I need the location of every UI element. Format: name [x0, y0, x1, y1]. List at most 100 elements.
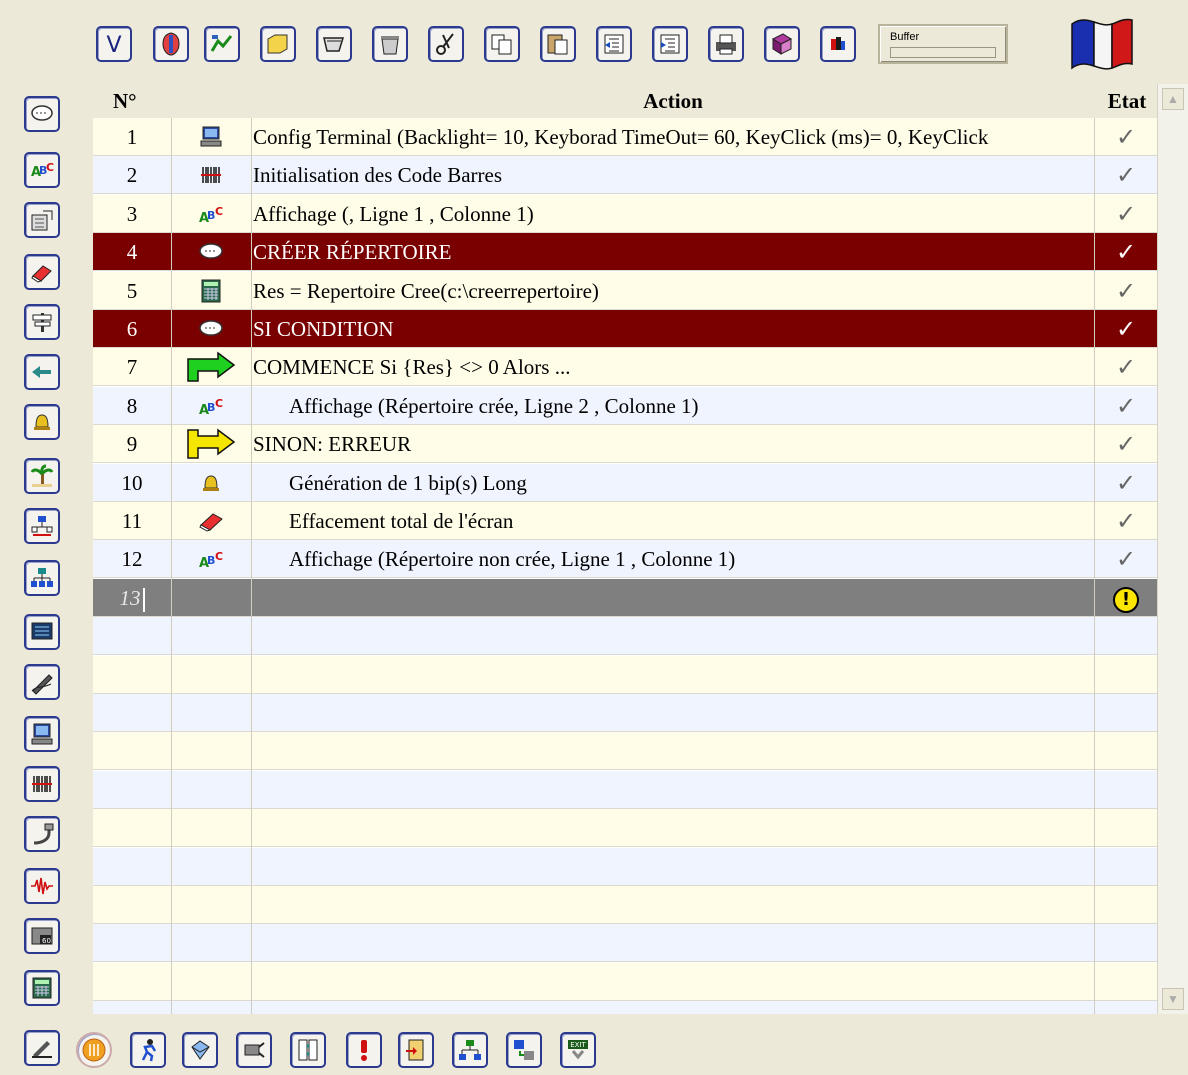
empty-row[interactable]	[93, 886, 1157, 924]
coin-icon[interactable]	[76, 1032, 112, 1068]
empty-row[interactable]	[93, 770, 1157, 809]
row-state: ✓	[1115, 161, 1137, 190]
print-icon[interactable]	[708, 26, 744, 62]
barcode-icon[interactable]	[24, 766, 60, 802]
svg-text:C: C	[215, 397, 223, 410]
table-row[interactable]: 1 Config Terminal (Backlight= 10, Keybora…	[93, 118, 1157, 156]
empty-row[interactable]	[93, 809, 1157, 848]
empty-row[interactable]	[93, 924, 1157, 963]
scroll-up-icon[interactable]: ▲	[1162, 88, 1184, 110]
row-state: !	[1113, 586, 1139, 613]
table-row[interactable]: 7 COMMENCE Si {Res} <> 0 Alors ... ✓	[93, 348, 1157, 387]
sign-icon[interactable]	[24, 1030, 60, 1066]
svg-text:C: C	[215, 205, 223, 218]
run-icon[interactable]	[130, 1032, 166, 1068]
arrow-left-icon[interactable]	[24, 354, 60, 390]
table-row[interactable]: 5 Res = Repertoire Cree(c:\creerrepertoir…	[93, 271, 1157, 310]
checkmark-icon: ✓	[1095, 425, 1157, 463]
bell-icon[interactable]	[24, 404, 60, 440]
eraser-icon[interactable]	[24, 254, 60, 290]
terminal-config-icon[interactable]	[24, 202, 60, 238]
table-header: N° Action Etat	[93, 84, 1157, 119]
scissors-icon[interactable]	[428, 26, 464, 62]
transfer-icon[interactable]	[506, 1032, 542, 1068]
yellow-arrow-icon	[172, 425, 250, 463]
checkmark-icon: ✓	[1095, 118, 1157, 156]
table-row[interactable]: 11 Effacement total de l'écran ✓	[93, 502, 1157, 540]
table-row[interactable]: 13!	[93, 578, 1157, 617]
signal-icon[interactable]	[24, 868, 60, 904]
table-row[interactable]: 3 A B C Affichage (, Ligne 1 , Colonne 1) ✓	[93, 194, 1157, 233]
empty-row[interactable]	[93, 1001, 1157, 1014]
row-number: 12	[121, 547, 143, 572]
pen-icon[interactable]	[24, 664, 60, 700]
checkmark-icon: ✓	[1095, 195, 1157, 233]
open-icon[interactable]	[316, 26, 352, 62]
scroll-down-icon[interactable]: ▼	[1162, 988, 1184, 1010]
empty-row[interactable]	[93, 655, 1157, 694]
copy-icon[interactable]	[484, 26, 520, 62]
empty-icon-cell	[172, 579, 250, 617]
row-action: Config Terminal (Backlight= 10, Keyborad…	[253, 125, 989, 149]
timer-icon[interactable]: 60	[24, 918, 60, 954]
screen-icon[interactable]	[24, 614, 60, 650]
indent-icon[interactable]	[652, 26, 688, 62]
row-number: 10	[121, 470, 143, 495]
book-icon[interactable]	[764, 26, 800, 62]
table-row[interactable]: 2 Initialisation des Code Barres ✓	[93, 156, 1157, 195]
empty-row[interactable]	[93, 962, 1157, 1001]
exit-icon[interactable]: EXIT	[560, 1032, 596, 1068]
paste-icon[interactable]	[540, 26, 576, 62]
bell-icon	[172, 464, 250, 502]
computer-icon[interactable]	[24, 716, 60, 752]
header-action[interactable]: Action	[593, 84, 753, 118]
row-action: SINON: ERREUR	[253, 432, 412, 457]
table-row[interactable]: 4 CRÉER RÉPERTOIRE ✓	[93, 233, 1157, 272]
shield-icon[interactable]	[153, 26, 189, 62]
table-row[interactable]: 12 A B C Affichage (Répertoire non crée, Lig…	[93, 540, 1157, 579]
signpost-icon[interactable]	[24, 304, 60, 340]
row-state: ✓	[1115, 315, 1137, 343]
tree-icon[interactable]	[452, 1032, 488, 1068]
vertical-scrollbar[interactable]: ▲ ▼	[1157, 84, 1188, 1014]
svg-text:60: 60	[42, 937, 51, 945]
network-icon[interactable]	[24, 508, 60, 544]
graph-icon[interactable]	[204, 26, 240, 62]
table-row[interactable]: 10 Génération de 1 bip(s) Long ✓	[93, 463, 1157, 502]
empty-row[interactable]	[93, 847, 1157, 886]
sequence-icon[interactable]	[290, 1032, 326, 1068]
trash-icon[interactable]	[372, 26, 408, 62]
variable-icon[interactable]: V	[96, 26, 132, 62]
door-icon[interactable]	[398, 1032, 434, 1068]
empty-row[interactable]	[93, 617, 1157, 656]
cable-icon[interactable]	[24, 816, 60, 852]
folder-icon[interactable]	[260, 26, 296, 62]
green-arrow-icon	[172, 348, 250, 386]
empty-row[interactable]	[93, 694, 1157, 732]
sensor-icon[interactable]	[236, 1032, 272, 1068]
calculator-icon	[172, 272, 250, 310]
header-state[interactable]: Etat	[1099, 84, 1155, 118]
svg-text:EXIT: EXIT	[570, 1041, 586, 1049]
calculator-icon[interactable]	[24, 970, 60, 1006]
color-icon[interactable]	[820, 26, 856, 62]
alert-icon[interactable]	[346, 1032, 382, 1068]
table-row[interactable]: 9 SINON: ERREUR ✓	[93, 425, 1157, 464]
checkmark-icon: ✓	[1095, 156, 1157, 194]
comment-icon[interactable]	[24, 96, 60, 132]
display-text-icon[interactable]: ABC	[24, 152, 60, 188]
hierarchy-icon[interactable]	[24, 560, 60, 596]
header-number[interactable]: N°	[113, 84, 153, 118]
row-number: 6	[126, 317, 138, 341]
french-flag-icon[interactable]	[1066, 14, 1136, 72]
row-state: ✓	[1115, 391, 1137, 420]
outdent-icon[interactable]	[596, 26, 632, 62]
cube-icon[interactable]	[182, 1032, 218, 1068]
table-row[interactable]: 6 SI CONDITION ✓	[93, 310, 1157, 348]
buffer-gauge	[890, 47, 996, 58]
palm-tree-icon[interactable]	[24, 458, 60, 494]
row-action: Génération de 1 bip(s) Long	[289, 470, 527, 495]
empty-row[interactable]	[93, 732, 1157, 771]
row-action: Affichage (Répertoire crée, Ligne 2 , Co…	[289, 393, 699, 418]
table-row[interactable]: 8 A B C Affichage (Répertoire crée, Ligne 2 …	[93, 386, 1157, 425]
